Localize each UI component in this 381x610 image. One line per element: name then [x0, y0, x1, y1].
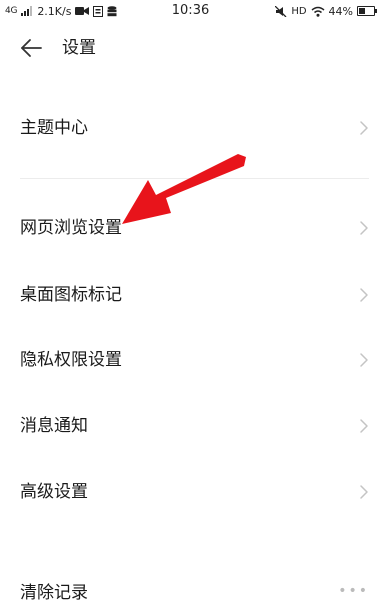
settings-item-label: 高级设置 [20, 482, 88, 502]
arrow-left-icon[interactable] [18, 35, 44, 61]
more-dots-icon: ••• [338, 583, 369, 599]
settings-item-label: 隐私权限设置 [20, 350, 122, 370]
settings-item-label: 桌面图标标记 [20, 285, 122, 305]
wifi-icon [311, 6, 325, 17]
settings-item-label: 清除记录 [20, 583, 88, 603]
chevron-right-icon [360, 288, 368, 302]
chevron-right-icon [360, 121, 368, 135]
settings-item-label: 网页浏览设置 [20, 218, 122, 238]
page-title: 设置 [62, 38, 96, 58]
settings-item-desktop-badge[interactable]: 桌面图标标记 [0, 265, 381, 325]
settings-item-label: 消息通知 [20, 416, 88, 436]
battery-percent: 44% [328, 4, 353, 18]
settings-item-advanced[interactable]: 高级设置 [0, 462, 381, 522]
chevron-right-icon [360, 485, 368, 499]
status-right: HD 44% [275, 3, 377, 19]
header: 设置 [0, 22, 381, 74]
section-divider [20, 178, 369, 179]
settings-item-web-browsing[interactable]: 网页浏览设置 [0, 198, 381, 258]
settings-item-theme-center[interactable]: 主题中心 [0, 98, 381, 158]
status-bar: 4G 2.1K/s 10:36 HD 44% [0, 0, 381, 22]
battery-icon [357, 6, 377, 16]
chevron-right-icon [360, 353, 368, 367]
mute-icon [275, 5, 287, 17]
settings-item-notifications[interactable]: 消息通知 [0, 396, 381, 456]
battery-level [359, 8, 366, 14]
settings-item-privacy[interactable]: 隐私权限设置 [0, 330, 381, 390]
chevron-right-icon [360, 221, 368, 235]
settings-screen: 4G 2.1K/s 10:36 HD 44% 设置 主题中心 网页浏览设置 桌面… [0, 0, 381, 610]
settings-item-clear-records[interactable]: 清除记录 ••• [0, 563, 381, 610]
settings-item-label: 主题中心 [20, 118, 88, 138]
hd-badge: HD [291, 5, 307, 17]
chevron-right-icon [360, 419, 368, 433]
